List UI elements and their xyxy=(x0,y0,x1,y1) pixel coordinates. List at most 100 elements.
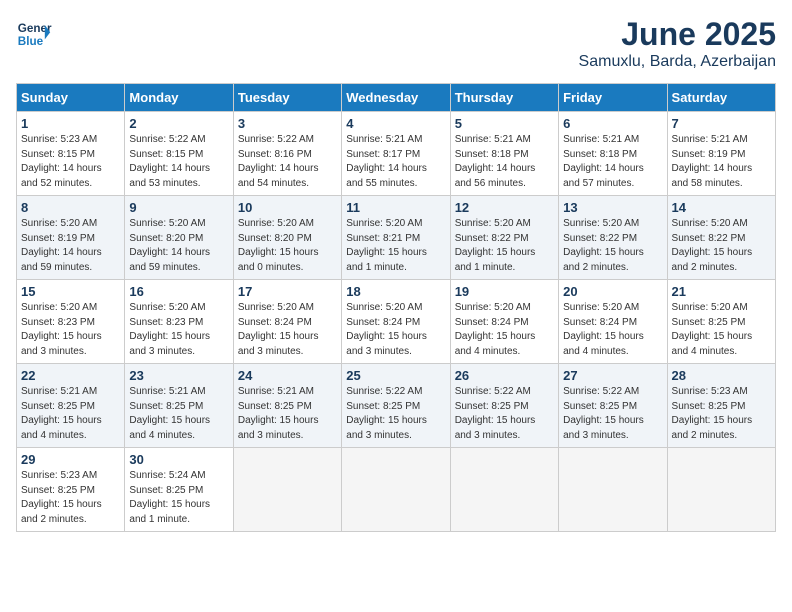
day-info: Sunrise: 5:21 AM Sunset: 8:25 PM Dayligh… xyxy=(21,385,120,443)
weekday-header-monday: Monday xyxy=(125,84,233,112)
day-info: Sunrise: 5:20 AM Sunset: 8:20 PM Dayligh… xyxy=(129,217,228,275)
calendar-cell: 28 Sunrise: 5:23 AM Sunset: 8:25 PM Dayli… xyxy=(667,364,775,448)
day-number: 3 xyxy=(238,116,337,131)
calendar-cell: 13 Sunrise: 5:20 AM Sunset: 8:22 PM Dayli… xyxy=(559,196,667,280)
day-number: 15 xyxy=(21,284,120,299)
calendar-cell: 9 Sunrise: 5:20 AM Sunset: 8:20 PM Daylig… xyxy=(125,196,233,280)
day-number: 8 xyxy=(21,200,120,215)
svg-text:Blue: Blue xyxy=(18,35,44,48)
calendar-week-1: 1 Sunrise: 5:23 AM Sunset: 8:15 PM Daylig… xyxy=(17,112,776,196)
day-info: Sunrise: 5:22 AM Sunset: 8:15 PM Dayligh… xyxy=(129,133,228,191)
weekday-header-wednesday: Wednesday xyxy=(342,84,450,112)
day-info: Sunrise: 5:20 AM Sunset: 8:21 PM Dayligh… xyxy=(346,217,445,275)
day-number: 13 xyxy=(563,200,662,215)
day-info: Sunrise: 5:20 AM Sunset: 8:22 PM Dayligh… xyxy=(672,217,771,275)
location-title: Samuxlu, Barda, Azerbaijan xyxy=(579,53,776,71)
day-number: 10 xyxy=(238,200,337,215)
month-title: June 2025 xyxy=(579,16,776,53)
day-number: 18 xyxy=(346,284,445,299)
day-number: 6 xyxy=(563,116,662,131)
calendar-cell: 7Sunrise: 5:21 AM Sunset: 8:19 PM Daylig… xyxy=(667,112,775,196)
day-info: Sunrise: 5:21 AM Sunset: 8:25 PM Dayligh… xyxy=(238,385,337,443)
day-number: 27 xyxy=(563,368,662,383)
calendar-cell: 12 Sunrise: 5:20 AM Sunset: 8:22 PM Dayli… xyxy=(450,196,558,280)
weekday-header-sunday: Sunday xyxy=(17,84,125,112)
calendar-cell xyxy=(667,448,775,532)
weekday-header-tuesday: Tuesday xyxy=(233,84,341,112)
day-number: 25 xyxy=(346,368,445,383)
calendar-cell: 23 Sunrise: 5:21 AM Sunset: 8:25 PM Dayli… xyxy=(125,364,233,448)
day-info: Sunrise: 5:22 AM Sunset: 8:25 PM Dayligh… xyxy=(346,385,445,443)
day-info: Sunrise: 5:20 AM Sunset: 8:19 PM Dayligh… xyxy=(21,217,120,275)
calendar-cell: 30 Sunrise: 5:24 AM Sunset: 8:25 PM Dayli… xyxy=(125,448,233,532)
day-number: 2 xyxy=(129,116,228,131)
calendar-table: SundayMondayTuesdayWednesdayThursdayFrid… xyxy=(16,83,776,532)
calendar-cell: 20 Sunrise: 5:20 AM Sunset: 8:24 PM Dayli… xyxy=(559,280,667,364)
day-info: Sunrise: 5:20 AM Sunset: 8:24 PM Dayligh… xyxy=(346,301,445,359)
calendar-week-2: 8 Sunrise: 5:20 AM Sunset: 8:19 PM Daylig… xyxy=(17,196,776,280)
day-info: Sunrise: 5:20 AM Sunset: 8:20 PM Dayligh… xyxy=(238,217,337,275)
day-info: Sunrise: 5:24 AM Sunset: 8:25 PM Dayligh… xyxy=(129,469,228,527)
calendar-cell: 5 Sunrise: 5:21 AM Sunset: 8:18 PM Daylig… xyxy=(450,112,558,196)
day-number: 5 xyxy=(455,116,554,131)
day-number: 11 xyxy=(346,200,445,215)
calendar-cell: 4 Sunrise: 5:21 AM Sunset: 8:17 PM Daylig… xyxy=(342,112,450,196)
day-info: Sunrise: 5:23 AM Sunset: 8:15 PM Dayligh… xyxy=(21,133,120,191)
calendar-cell: 24 Sunrise: 5:21 AM Sunset: 8:25 PM Dayli… xyxy=(233,364,341,448)
calendar-cell: 27 Sunrise: 5:22 AM Sunset: 8:25 PM Dayli… xyxy=(559,364,667,448)
calendar-cell: 3 Sunrise: 5:22 AM Sunset: 8:16 PM Daylig… xyxy=(233,112,341,196)
day-info: Sunrise: 5:23 AM Sunset: 8:25 PM Dayligh… xyxy=(21,469,120,527)
day-info: Sunrise: 5:20 AM Sunset: 8:22 PM Dayligh… xyxy=(455,217,554,275)
logo-icon: General Blue xyxy=(16,16,52,52)
title-area: June 2025 Samuxlu, Barda, Azerbaijan xyxy=(579,16,776,71)
calendar-cell: 25 Sunrise: 5:22 AM Sunset: 8:25 PM Dayli… xyxy=(342,364,450,448)
calendar-cell: 6 Sunrise: 5:21 AM Sunset: 8:18 PM Daylig… xyxy=(559,112,667,196)
day-info: Sunrise: 5:21 AM Sunset: 8:17 PM Dayligh… xyxy=(346,133,445,191)
day-number: 14 xyxy=(672,200,771,215)
day-number: 4 xyxy=(346,116,445,131)
day-info: Sunrise: 5:20 AM Sunset: 8:24 PM Dayligh… xyxy=(455,301,554,359)
calendar-cell: 14 Sunrise: 5:20 AM Sunset: 8:22 PM Dayli… xyxy=(667,196,775,280)
day-number: 16 xyxy=(129,284,228,299)
day-info: Sunrise: 5:22 AM Sunset: 8:16 PM Dayligh… xyxy=(238,133,337,191)
calendar-week-5: 29 Sunrise: 5:23 AM Sunset: 8:25 PM Dayli… xyxy=(17,448,776,532)
calendar-cell: 22 Sunrise: 5:21 AM Sunset: 8:25 PM Dayli… xyxy=(17,364,125,448)
calendar-cell: 17 Sunrise: 5:20 AM Sunset: 8:24 PM Dayli… xyxy=(233,280,341,364)
weekday-header-saturday: Saturday xyxy=(667,84,775,112)
day-info: Sunrise: 5:20 AM Sunset: 8:24 PM Dayligh… xyxy=(563,301,662,359)
calendar-cell: 10 Sunrise: 5:20 AM Sunset: 8:20 PM Dayli… xyxy=(233,196,341,280)
calendar-cell xyxy=(450,448,558,532)
calendar-cell: 1 Sunrise: 5:23 AM Sunset: 8:15 PM Daylig… xyxy=(17,112,125,196)
day-number: 9 xyxy=(129,200,228,215)
day-number: 12 xyxy=(455,200,554,215)
day-info: Sunrise: 5:22 AM Sunset: 8:25 PM Dayligh… xyxy=(563,385,662,443)
calendar-cell: 19 Sunrise: 5:20 AM Sunset: 8:24 PM Dayli… xyxy=(450,280,558,364)
day-number: 1 xyxy=(21,116,120,131)
calendar-cell xyxy=(233,448,341,532)
day-number: 26 xyxy=(455,368,554,383)
day-number: 20 xyxy=(563,284,662,299)
day-number: 23 xyxy=(129,368,228,383)
calendar-cell: 26Sunrise: 5:22 AM Sunset: 8:25 PM Dayli… xyxy=(450,364,558,448)
calendar-cell: 18 Sunrise: 5:20 AM Sunset: 8:24 PM Dayli… xyxy=(342,280,450,364)
day-number: 28 xyxy=(672,368,771,383)
calendar-cell: 21Sunrise: 5:20 AM Sunset: 8:25 PM Dayli… xyxy=(667,280,775,364)
day-info: Sunrise: 5:20 AM Sunset: 8:22 PM Dayligh… xyxy=(563,217,662,275)
day-number: 24 xyxy=(238,368,337,383)
day-number: 29 xyxy=(21,452,120,467)
calendar-cell xyxy=(342,448,450,532)
day-info: Sunrise: 5:21 AM Sunset: 8:25 PM Dayligh… xyxy=(129,385,228,443)
calendar-week-4: 22 Sunrise: 5:21 AM Sunset: 8:25 PM Dayli… xyxy=(17,364,776,448)
calendar-week-3: 15 Sunrise: 5:20 AM Sunset: 8:23 PM Dayli… xyxy=(17,280,776,364)
day-info: Sunrise: 5:20 AM Sunset: 8:24 PM Dayligh… xyxy=(238,301,337,359)
day-info: Sunrise: 5:23 AM Sunset: 8:25 PM Dayligh… xyxy=(672,385,771,443)
day-info: Sunrise: 5:21 AM Sunset: 8:18 PM Dayligh… xyxy=(455,133,554,191)
weekday-header-thursday: Thursday xyxy=(450,84,558,112)
weekday-header-row: SundayMondayTuesdayWednesdayThursdayFrid… xyxy=(17,84,776,112)
day-number: 17 xyxy=(238,284,337,299)
day-number: 30 xyxy=(129,452,228,467)
day-number: 19 xyxy=(455,284,554,299)
day-info: Sunrise: 5:20 AM Sunset: 8:23 PM Dayligh… xyxy=(21,301,120,359)
day-info: Sunrise: 5:21 AM Sunset: 8:18 PM Dayligh… xyxy=(563,133,662,191)
day-number: 22 xyxy=(21,368,120,383)
